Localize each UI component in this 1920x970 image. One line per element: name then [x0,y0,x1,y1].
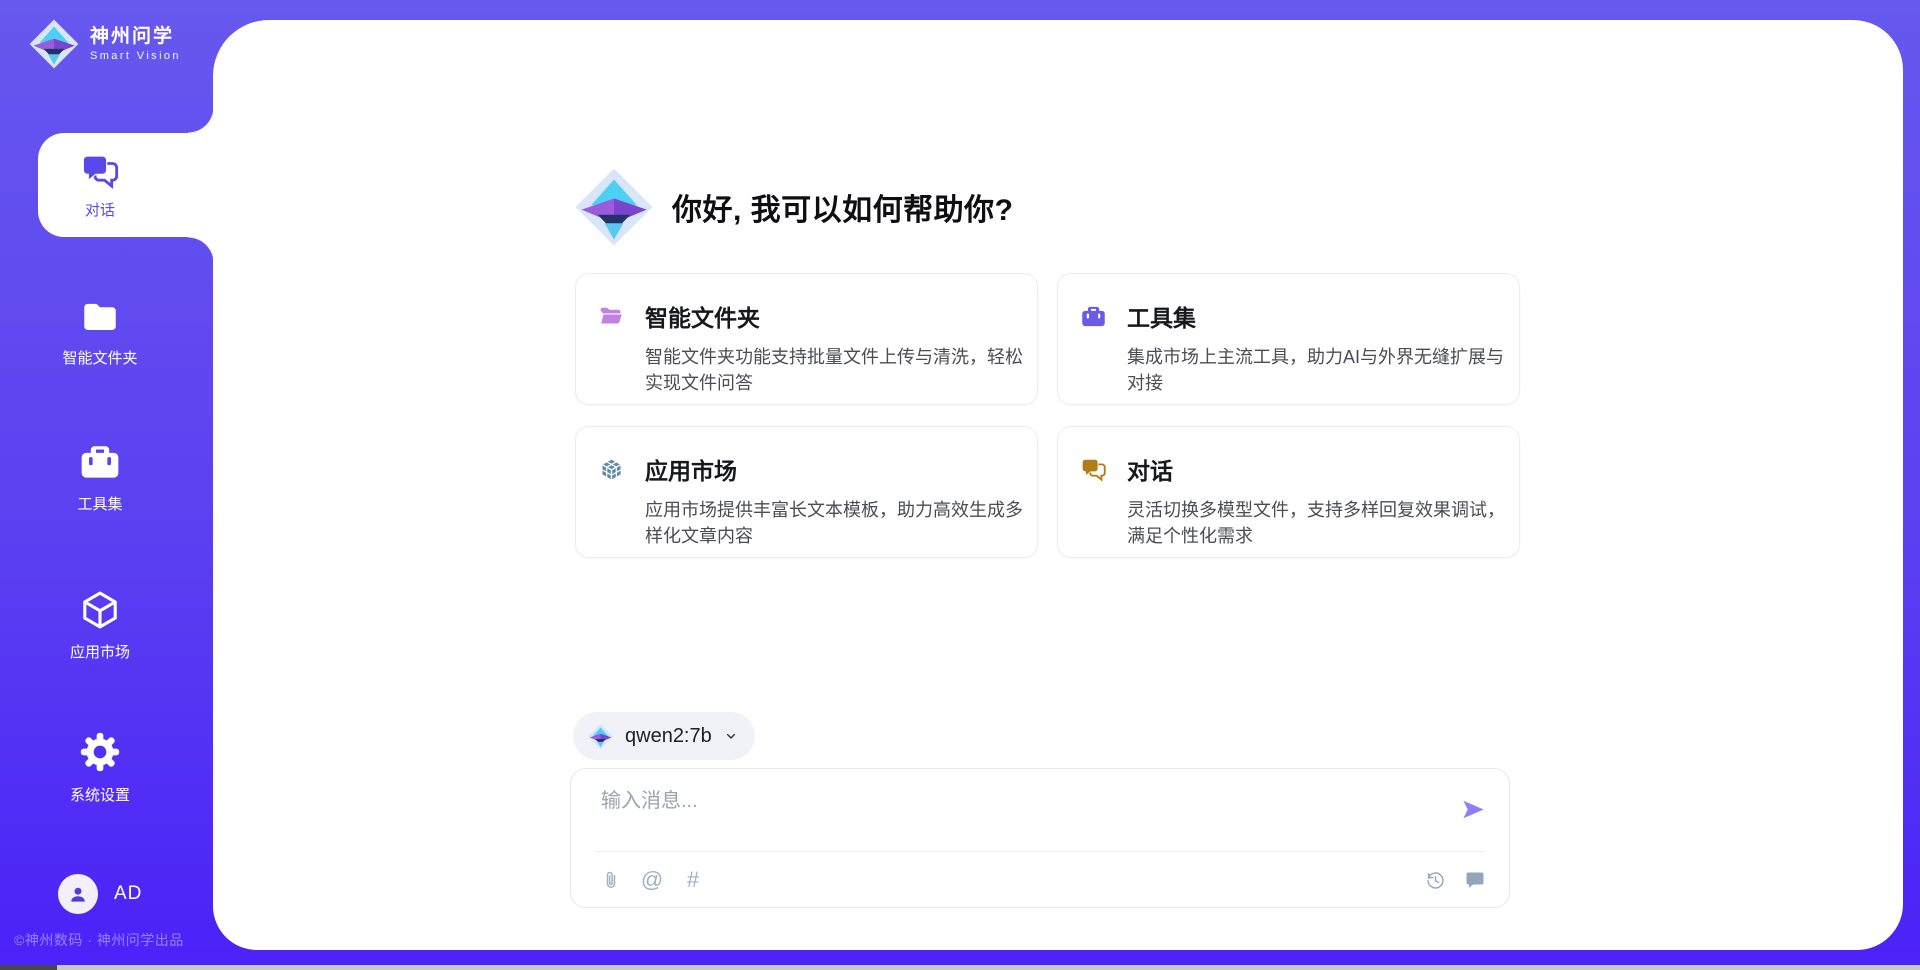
composer-toolbar: @ # [599,852,1487,908]
message-input[interactable] [599,789,1303,814]
person-icon [66,882,90,906]
chat-bubbles-icon [1080,456,1107,483]
history-icon[interactable] [1423,868,1447,892]
card-title: 对话 [1127,452,1173,486]
greeting: 你好, 我可以如何帮助你? [573,163,1014,250]
sidebar-item-label: 系统设置 [70,784,130,805]
folder-open-icon [598,303,625,330]
model-selector[interactable]: qwen2:7b [573,712,755,760]
card-smart-folder[interactable]: 智能文件夹 智能文件夹功能支持批量文件上传与清洗，轻松实现文件问答 [575,273,1038,405]
user-profile[interactable]: AD [58,874,142,914]
cube-icon [78,588,122,632]
card-title: 应用市场 [645,452,737,486]
copyright-text: ©神州数码 · 神州问学出品 [14,930,184,950]
card-description: 灵活切换多模型文件，支持多样回复效果调试，满足个性化需求 [1127,497,1507,549]
sidebar-item-label: 应用市场 [70,641,130,662]
toolbox-icon [78,440,122,484]
brand-subtitle: Smart Vision [90,50,181,62]
message-composer: @ # [570,768,1510,908]
sidebar-item-settings[interactable]: 系统设置 [0,729,200,805]
chat-bubbles-icon [80,151,120,191]
gear-icon [77,729,123,775]
folder-icon [79,296,121,338]
cube-grid-icon [598,456,625,483]
brand: 神州问学 Smart Vision [28,18,181,70]
chat-square-icon[interactable] [1463,868,1487,892]
toolbox-icon [1080,303,1107,330]
sidebar-item-label: 工具集 [77,493,122,514]
sidebar-item-smart-folder[interactable]: 智能文件夹 [0,296,200,368]
card-chat[interactable]: 对话 灵活切换多模型文件，支持多样回复效果调试，满足个性化需求 [1057,426,1520,558]
send-icon[interactable] [1460,796,1487,823]
card-description: 应用市场提供丰富长文本模板，助力高效生成多样化文章内容 [645,497,1025,549]
sidebar-item-app-market[interactable]: 应用市场 [0,588,200,662]
sidebar-item-chat[interactable]: 对话 [38,133,214,237]
card-toolset[interactable]: 工具集 集成市场上主流工具，助力AI与外界无缝扩展与对接 [1057,273,1520,405]
sidebar-item-label: 智能文件夹 [62,347,137,368]
sidebar: 神州问学 Smart Vision 对话 智能文件夹 工具集 应用市场 [0,0,213,970]
scrollbar-thumb[interactable] [0,965,57,970]
card-app-market[interactable]: 应用市场 应用市场提供丰富长文本模板，助力高效生成多样化文章内容 [575,426,1038,558]
model-name: qwen2:7b [625,725,712,748]
avatar [58,874,98,914]
card-title: 智能文件夹 [645,299,760,333]
logo-diamond-icon [28,18,80,70]
sidebar-item-label: 对话 [85,199,115,220]
logo-diamond-icon [573,166,655,248]
at-icon[interactable]: @ [640,868,664,892]
user-name: AD [114,883,142,905]
main-panel: 你好, 我可以如何帮助你? 智能文件夹 智能文件夹功能支持批量文件上传与清洗，轻… [213,20,1903,950]
card-description: 智能文件夹功能支持批量文件上传与清洗，轻松实现文件问答 [645,344,1025,396]
brand-name: 神州问学 [90,26,181,48]
card-description: 集成市场上主流工具，助力AI与外界无缝扩展与对接 [1127,344,1507,396]
hash-icon[interactable]: # [681,868,705,892]
card-title: 工具集 [1127,299,1196,333]
feature-cards: 智能文件夹 智能文件夹功能支持批量文件上传与清洗，轻松实现文件问答 工具集 集成… [575,273,1520,558]
horizontal-scrollbar[interactable] [0,965,1920,970]
sidebar-item-toolset[interactable]: 工具集 [0,440,200,514]
chevron-down-icon [723,728,739,744]
logo-diamond-icon [587,723,614,750]
paperclip-icon[interactable] [599,868,623,892]
greeting-title: 你好, 我可以如何帮助你? [672,185,1014,229]
